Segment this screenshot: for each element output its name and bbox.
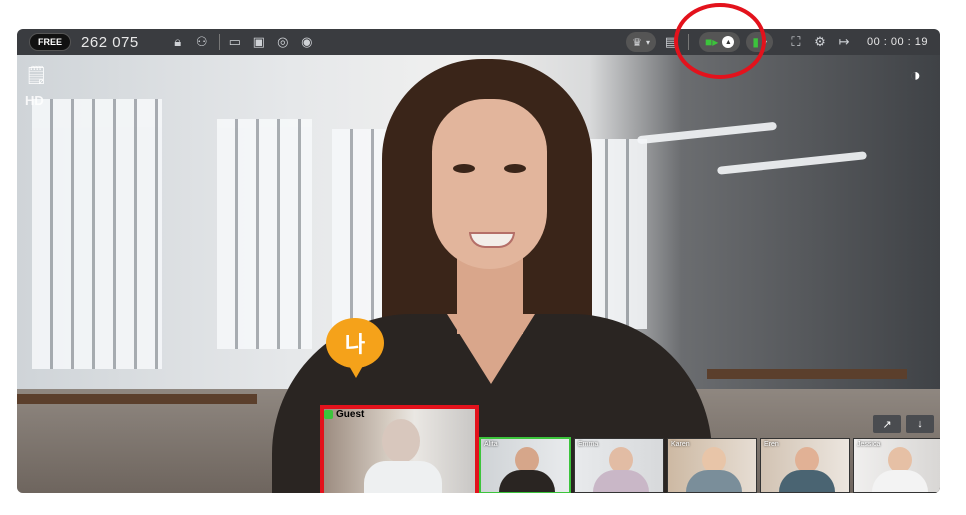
desk <box>17 394 257 404</box>
record-icon[interactable]: ◉ <box>298 33 316 51</box>
speaker-neckline <box>447 314 535 384</box>
participant-strip: Guest Alita Emma Karen Eren Jessica <box>320 405 940 493</box>
user-icon <box>324 410 333 419</box>
chat-icon[interactable]: ◑ <box>910 65 921 86</box>
participant-body <box>872 470 928 492</box>
participant-body <box>593 470 649 492</box>
participant-body <box>499 470 555 492</box>
participant-thumb-emma[interactable]: Emma <box>574 438 664 493</box>
screen-share-icon[interactable]: ▭ <box>226 33 244 51</box>
participant-name: Emma <box>578 441 599 448</box>
window-left <box>32 99 162 369</box>
participant-name: Alita <box>484 441 498 448</box>
room-id: 262 075 <box>81 33 139 51</box>
participant-thumb-jessica[interactable]: Jessica <box>853 438 940 493</box>
video-call-window: FREE 262 075 🔒︎ ⚇ ▭ ▣ ◎ ◉ ♛ ▾ ▤ ■▸ ▲ ▮ ▾… <box>17 29 940 493</box>
pin-marker: 나 <box>326 318 396 378</box>
notes-icon[interactable]: 🗒︎ <box>25 65 48 86</box>
chevron-down-icon: ▾ <box>646 37 651 47</box>
participant-thumb-karen[interactable]: Karen <box>667 438 757 493</box>
window-mid <box>217 119 312 349</box>
top-toolbar: FREE 262 075 🔒︎ ⚇ ▭ ▣ ◎ ◉ ♛ ▾ ▤ ■▸ ▲ ▮ ▾… <box>17 29 940 55</box>
participant-name: Jessica <box>857 441 881 448</box>
toolbar-right-group: ♛ ▾ ▤ ■▸ ▲ ▮ ▾ ⛶ ⚙ ↦ 00 : 00 : 19 <box>620 32 940 52</box>
speaker-eye <box>504 164 526 173</box>
participant-body <box>779 470 835 492</box>
crown-icon: ♛ <box>632 36 643 49</box>
download-button[interactable]: ↓ <box>906 415 934 433</box>
fullscreen-icon[interactable]: ⛶ <box>787 33 805 51</box>
call-timer: 00 : 00 : 19 <box>866 36 928 48</box>
participant-body <box>686 470 742 492</box>
settings-icon[interactable]: ⚙ <box>811 33 829 51</box>
hd-label: HD <box>25 93 44 108</box>
participant-thumb-alita[interactable]: Alita <box>479 437 571 493</box>
plan-badge: FREE <box>29 33 72 51</box>
share-button[interactable]: ↗ <box>873 415 901 433</box>
guest-head <box>382 419 420 463</box>
exit-icon[interactable]: ↦ <box>835 33 853 51</box>
highlight-circle <box>674 3 766 79</box>
lock-icon[interactable]: 🔒︎ <box>169 33 187 51</box>
participant-name: Eren <box>764 441 779 448</box>
desk <box>707 369 907 379</box>
camera-capture-icon[interactable]: ◎ <box>274 33 292 51</box>
marker-bubble: 나 <box>326 318 384 368</box>
participant-thumb-guest[interactable]: Guest <box>320 405 479 493</box>
window-right <box>587 139 647 329</box>
guest-body <box>364 461 442 493</box>
toolbar-divider <box>218 34 220 50</box>
participant-name: Karen <box>671 441 690 448</box>
user-lock-icon[interactable]: ⚇ <box>193 33 211 51</box>
speaker-eye <box>453 164 475 173</box>
marker-tip <box>348 364 364 378</box>
whiteboard-icon[interactable]: ▣ <box>250 33 268 51</box>
host-menu-button[interactable]: ♛ ▾ <box>626 32 657 52</box>
participant-thumb-eren[interactable]: Eren <box>760 438 850 493</box>
